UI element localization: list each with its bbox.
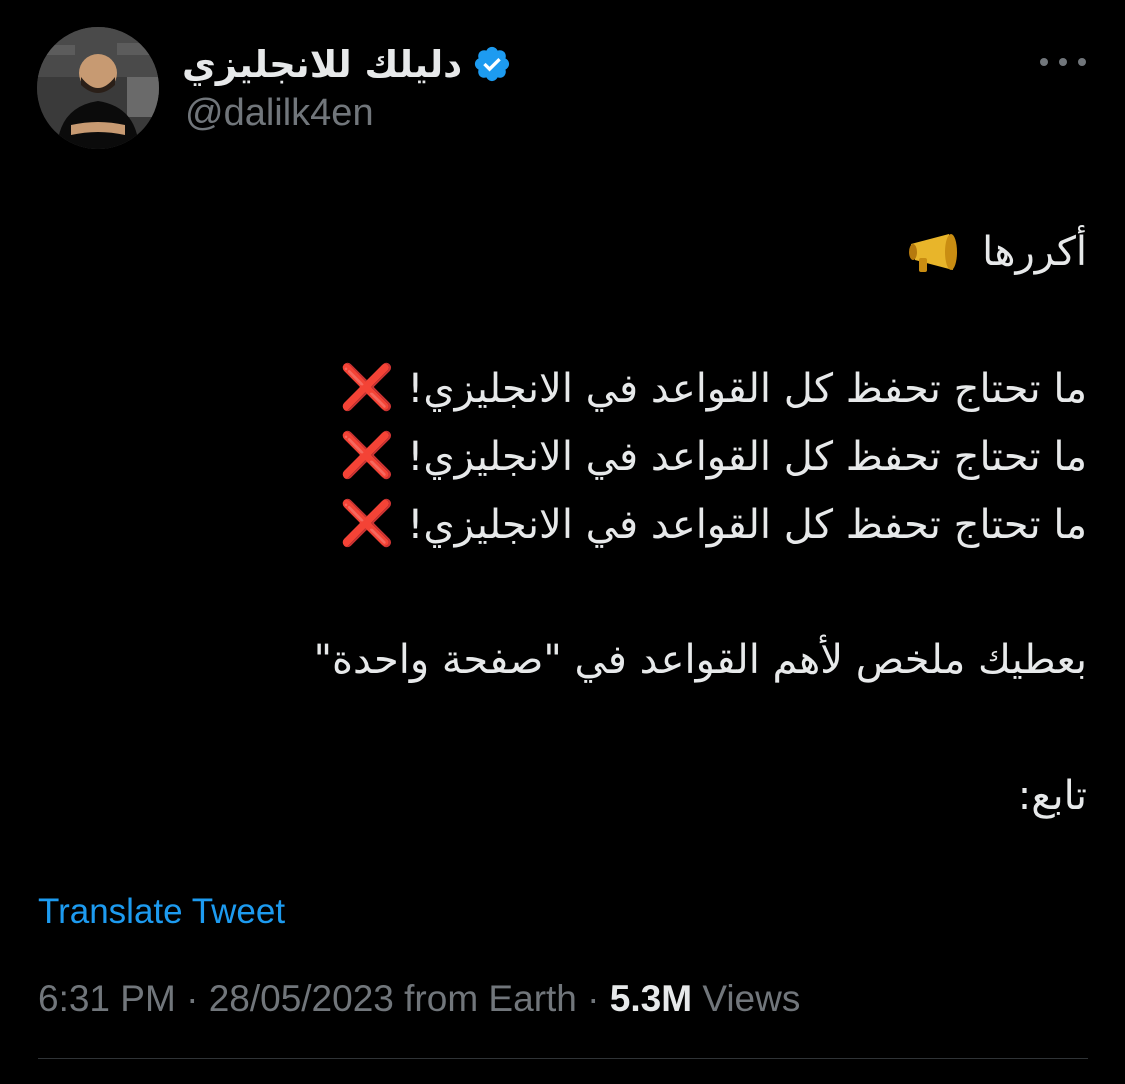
tweet-line-text: ما تحتاج تحفظ كل القواعد في الانجليزي! [407,434,1087,480]
avatar[interactable] [37,27,159,149]
more-dots-icon[interactable] [1040,47,1086,77]
tweet-time[interactable]: 6:31 PM [38,978,176,1019]
separator-dot: · [186,978,209,1019]
dot [1059,58,1067,66]
tweet-line-text: أكررها [982,229,1087,275]
tweet-line-7: بعطيك ملخص لأهم القواعد في "صفحة واحدة" [37,626,1087,694]
dot [1040,58,1048,66]
cross-mark-icon: ❌ [339,430,395,481]
cross-mark-icon: ❌ [339,362,395,413]
verified-badge-icon[interactable] [472,44,512,84]
tweet-line-text: ما تحتاج تحفظ كل القواعد في الانجليزي! [407,502,1087,548]
tweet-line-text: تابع: [1017,773,1087,819]
tweet-line-9: تابع: [37,762,1087,830]
dot [1078,58,1086,66]
translate-tweet-link[interactable]: Translate Tweet [38,890,285,934]
cross-mark-icon: ❌ [339,498,395,549]
divider [38,1058,1088,1059]
author-name-row: دليلك للانجليزي [182,36,512,92]
tweet-meta: 6:31 PM · 28/05/2023 from Earth · 5.3M V… [38,975,800,1023]
tweet-line-5: ما تحتاج تحفظ كل القواعد في الانجليزي! ❌ [37,490,1087,558]
tweet-date[interactable]: 28/05/2023 [209,978,394,1019]
author-display-name[interactable]: دليلك للانجليزي [182,46,462,83]
tweet-source: from Earth [404,978,577,1019]
tweet-line-3: ما تحتاج تحفظ كل القواعد في الانجليزي! ❌ [37,354,1087,422]
separator-dot: · [587,978,610,1019]
tweet-text: أكررها ما تحتاج تحفظ كل القواعد في الانج… [37,218,1087,830]
views-count: 5.3M [609,978,693,1019]
megaphone-icon [909,234,958,272]
avatar-image [37,27,159,149]
author-handle[interactable]: @dalilk4en [185,90,374,136]
tweet-line-text: ما تحتاج تحفظ كل القواعد في الانجليزي! [407,366,1087,412]
tweet-line-1: أكررها [37,218,1087,286]
views-label: Views [702,978,801,1019]
tweet-line-text: بعطيك ملخص لأهم القواعد في "صفحة واحدة" [313,637,1087,683]
tweet-line-4: ما تحتاج تحفظ كل القواعد في الانجليزي! ❌ [37,422,1087,490]
